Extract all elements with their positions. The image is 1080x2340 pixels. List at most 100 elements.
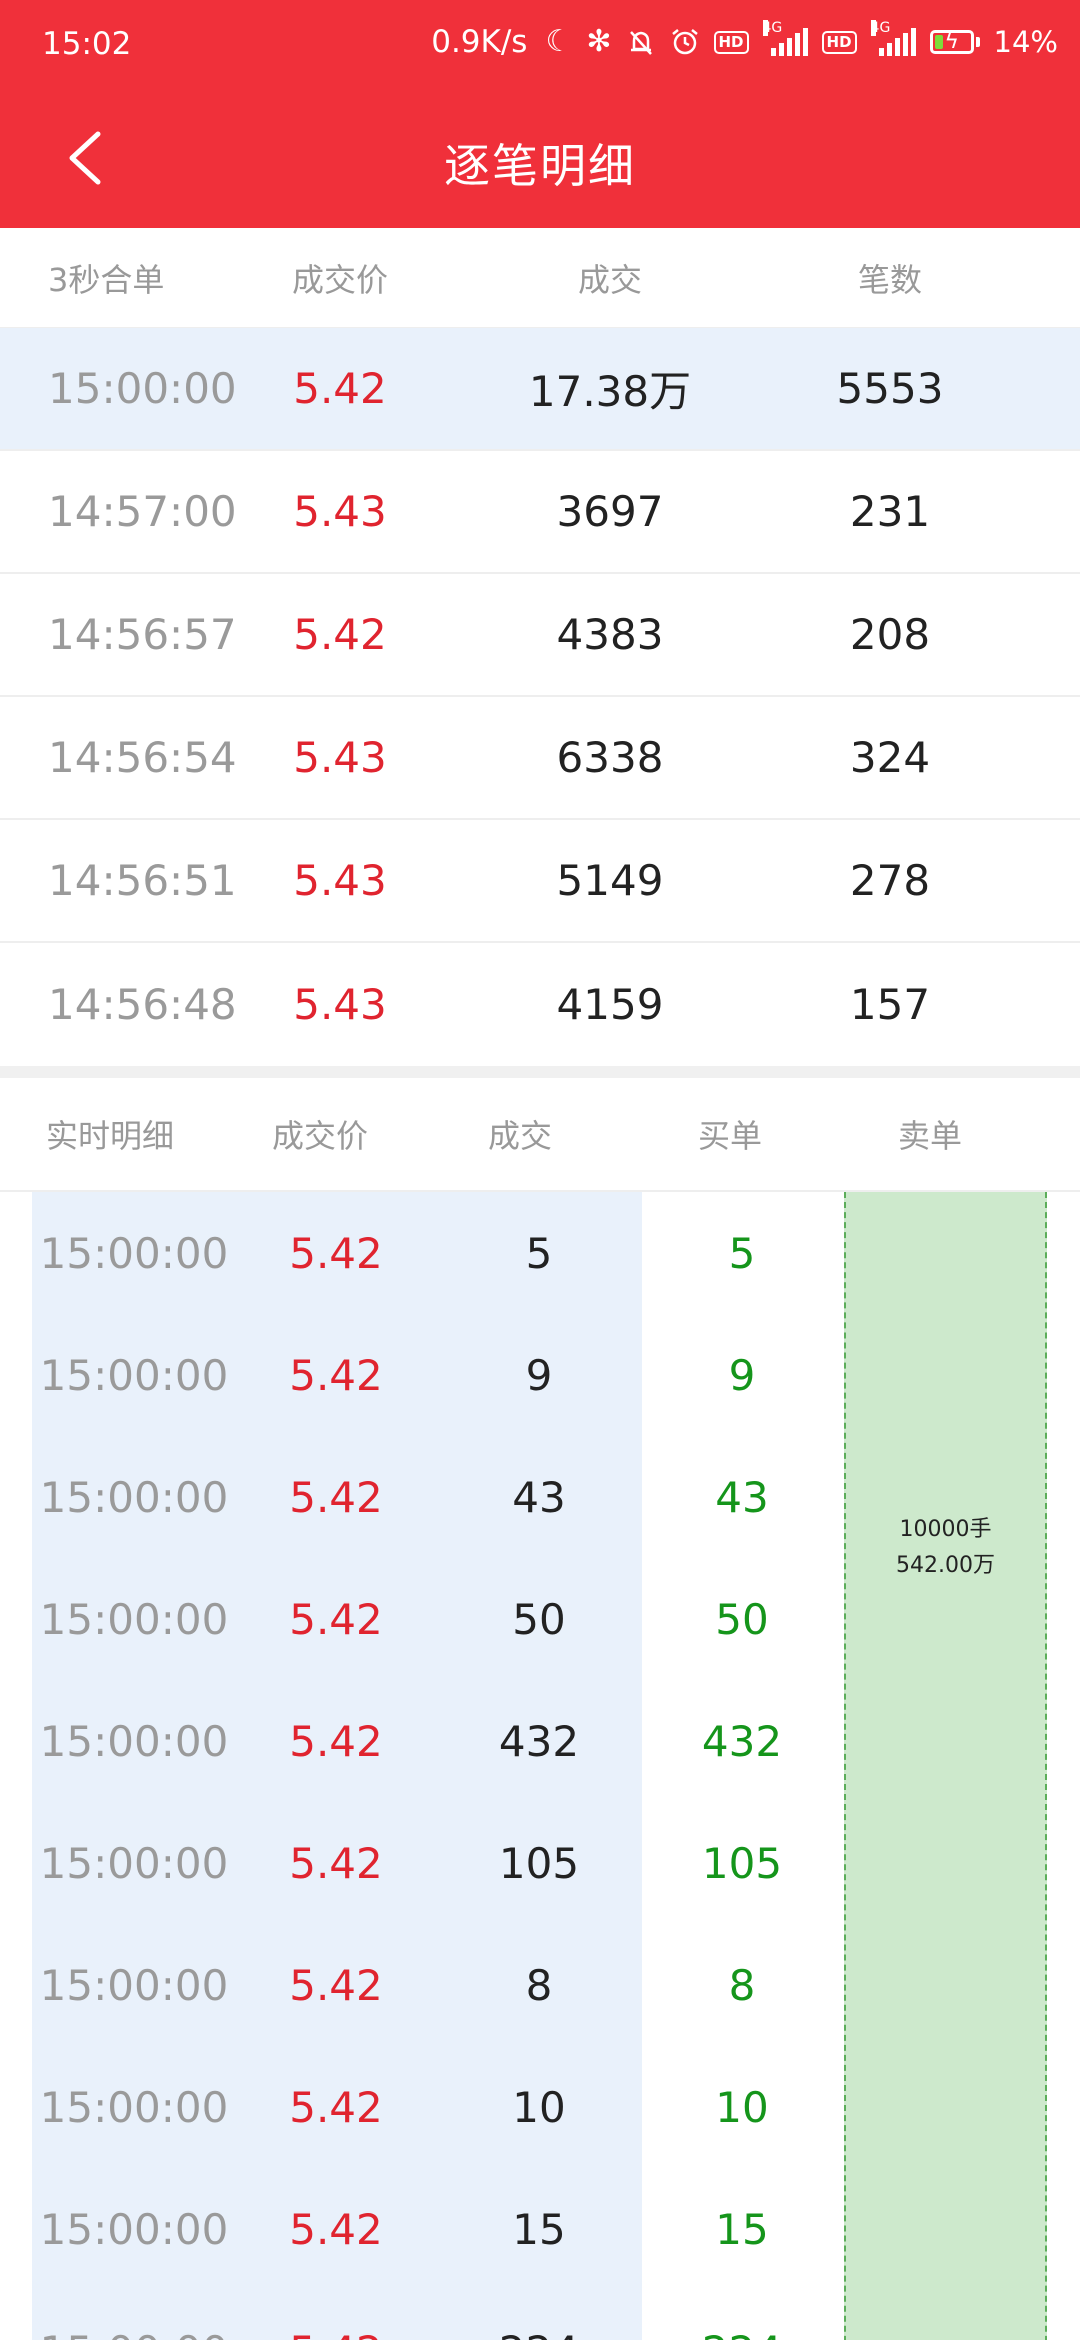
col-header-merge: 3秒合单 bbox=[48, 260, 165, 299]
trade-volume: 4383 bbox=[556, 610, 664, 659]
trade-price: 5.42 bbox=[289, 1228, 383, 1278]
buy-order: 15 bbox=[715, 2204, 769, 2254]
trade-price: 5.42 bbox=[289, 1716, 383, 1766]
buy-order: 8 bbox=[728, 1960, 756, 2010]
list-item[interactable]: 15:00:00 5.42 10 10 bbox=[0, 2046, 1080, 2168]
list-item[interactable]: 15:00:00 5.42 15 15 bbox=[0, 2168, 1080, 2290]
trade-time: 14:56:51 bbox=[48, 856, 237, 905]
table-row[interactable]: 14:56:54 5.43 6338 324 bbox=[0, 697, 1080, 820]
app-header: 15:02 0.9K/s ☾ ✻ HD 4G HD 4G ϟ 14% 逐笔明细 bbox=[0, 0, 1080, 228]
trade-volume: 8 bbox=[525, 1960, 553, 2010]
section-divider bbox=[0, 1066, 1080, 1078]
list-item[interactable]: 15:00:00 5.42 5 5 bbox=[0, 1192, 1080, 1314]
status-icons: 0.9K/s ☾ ✻ HD 4G HD 4G ϟ 14% bbox=[431, 20, 1058, 60]
col-header-volume: 成交 bbox=[577, 260, 642, 299]
list-item[interactable]: 15:00:00 5.42 43 43 bbox=[0, 1436, 1080, 1558]
table-row[interactable]: 14:56:51 5.43 5149 278 bbox=[0, 820, 1080, 943]
moon-icon: ☾ bbox=[545, 24, 573, 59]
trade-volume: 224 bbox=[404, 2327, 674, 2340]
summary-table-body: 15:00:00 5.42 17.38万 5553 14:57:00 5.43 … bbox=[0, 328, 1080, 1066]
list-item[interactable]: 15:00:00 5.42 105 105 bbox=[0, 1802, 1080, 1924]
trade-count: 157 bbox=[849, 980, 931, 1029]
trade-volume: 9 bbox=[525, 1350, 553, 1400]
title-bar: 逐笔明细 bbox=[0, 90, 1080, 228]
trade-count: 5553 bbox=[836, 364, 944, 413]
trade-time: 15:00:00 bbox=[0, 2327, 268, 2340]
trade-count: 324 bbox=[849, 733, 931, 782]
trade-time: 15:00:00 bbox=[39, 1594, 229, 1644]
trade-time: 14:56:57 bbox=[48, 610, 237, 659]
trade-price: 5.43 bbox=[293, 980, 387, 1029]
realtime-table-header: 实时明细 成交价 成交 买单 卖单 bbox=[0, 1078, 1080, 1192]
trade-price: 5.42 bbox=[293, 364, 387, 413]
trade-volume: 5149 bbox=[556, 856, 664, 905]
realtime-table-body[interactable]: 10000手 542.00万 15:00:00 5.42 5 5 15:00:0… bbox=[0, 1192, 1080, 2340]
trade-time: 15:00:00 bbox=[39, 1716, 229, 1766]
trade-price: 5.43 bbox=[293, 856, 387, 905]
trade-volume: 3697 bbox=[556, 487, 664, 536]
trade-price: 5.43 bbox=[293, 487, 387, 536]
table-row[interactable]: 14:57:00 5.43 3697 231 bbox=[0, 451, 1080, 574]
col-header-count: 笔数 bbox=[857, 260, 922, 299]
buy-order: 5 bbox=[728, 1228, 756, 1278]
trade-time: 14:56:54 bbox=[48, 733, 237, 782]
status-bar: 15:02 0.9K/s ☾ ✻ HD 4G HD 4G ϟ 14% bbox=[0, 0, 1080, 90]
table-row[interactable]: 14:56:48 5.43 4159 157 bbox=[0, 943, 1080, 1066]
trade-volume: 105 bbox=[498, 1838, 580, 1888]
trade-time: 15:00:00 bbox=[39, 1960, 229, 2010]
trade-price: 5.42 bbox=[289, 1838, 383, 1888]
trade-price: 5.42 bbox=[289, 2082, 383, 2132]
hd-icon-2: HD bbox=[821, 30, 857, 54]
trade-count: 278 bbox=[849, 856, 931, 905]
net-speed: 0.9K/s bbox=[431, 24, 528, 60]
buy-order: 43 bbox=[715, 1472, 769, 1522]
list-item[interactable]: 15:00:00 5.42 50 50 bbox=[0, 1558, 1080, 1680]
alarm-icon bbox=[670, 27, 700, 57]
col-header-price: 成交价 bbox=[271, 1117, 368, 1155]
buy-order: 50 bbox=[715, 1594, 769, 1644]
buy-order: 432 bbox=[701, 1716, 783, 1766]
trade-volume: 432 bbox=[498, 1716, 580, 1766]
trade-volume: 10 bbox=[512, 2082, 566, 2132]
battery-icon: ϟ bbox=[929, 29, 980, 54]
trade-volume: 15 bbox=[512, 2204, 566, 2254]
buy-order: 10 bbox=[715, 2082, 769, 2132]
col-header-price: 成交价 bbox=[291, 260, 388, 299]
trade-price: 5.42 bbox=[289, 1350, 383, 1400]
col-header-realtime: 实时明细 bbox=[46, 1117, 175, 1155]
summary-table-header: 3秒合单 成交价 成交 笔数 bbox=[0, 228, 1080, 328]
list-item[interactable]: 15:00:00 5.42 8 8 bbox=[0, 1924, 1080, 2046]
hd-icon: HD bbox=[713, 30, 749, 54]
trade-volume: 4159 bbox=[556, 980, 664, 1029]
trade-time: 14:57:00 bbox=[48, 487, 237, 536]
table-row[interactable]: 15:00:00 5.42 17.38万 5553 bbox=[0, 328, 1080, 451]
list-item[interactable]: 15:00:00 5.42 432 432 bbox=[0, 1680, 1080, 1802]
trade-time: 15:00:00 bbox=[39, 1838, 229, 1888]
trade-price: 5.42 bbox=[289, 1472, 383, 1522]
status-time: 15:02 bbox=[42, 26, 132, 62]
trade-time: 15:00:00 bbox=[39, 1228, 229, 1278]
trade-volume: 17.38万 bbox=[528, 367, 692, 416]
signal-1-icon: 4G bbox=[762, 20, 808, 56]
trade-time: 15:00:00 bbox=[39, 2204, 229, 2254]
signal-2-icon: 4G bbox=[870, 20, 916, 56]
buy-order: 105 bbox=[701, 1838, 783, 1888]
trade-price: 5.42 bbox=[268, 2327, 404, 2340]
list-item[interactable]: 15:00:00 5.42 9 9 bbox=[0, 1314, 1080, 1436]
buy-order: 9 bbox=[728, 1350, 756, 1400]
bell-off-icon bbox=[626, 27, 656, 57]
list-item[interactable]: 15:00:00 5.42 224 224 bbox=[0, 2290, 1080, 2340]
trade-time: 14:56:48 bbox=[48, 980, 237, 1029]
col-header-volume: 成交 bbox=[487, 1117, 552, 1155]
trade-time: 15:00:00 bbox=[48, 364, 237, 413]
col-header-buy: 买单 bbox=[697, 1117, 762, 1155]
trade-time: 15:00:00 bbox=[39, 1472, 229, 1522]
trade-count: 231 bbox=[849, 487, 931, 536]
table-row[interactable]: 14:56:57 5.42 4383 208 bbox=[0, 574, 1080, 697]
trade-count: 208 bbox=[849, 610, 931, 659]
trade-volume: 5 bbox=[525, 1228, 553, 1278]
trade-volume: 43 bbox=[512, 1472, 566, 1522]
battery-percent: 14% bbox=[993, 25, 1058, 59]
bluetooth-icon: ✻ bbox=[586, 24, 612, 59]
page-title: 逐笔明细 bbox=[444, 139, 636, 193]
